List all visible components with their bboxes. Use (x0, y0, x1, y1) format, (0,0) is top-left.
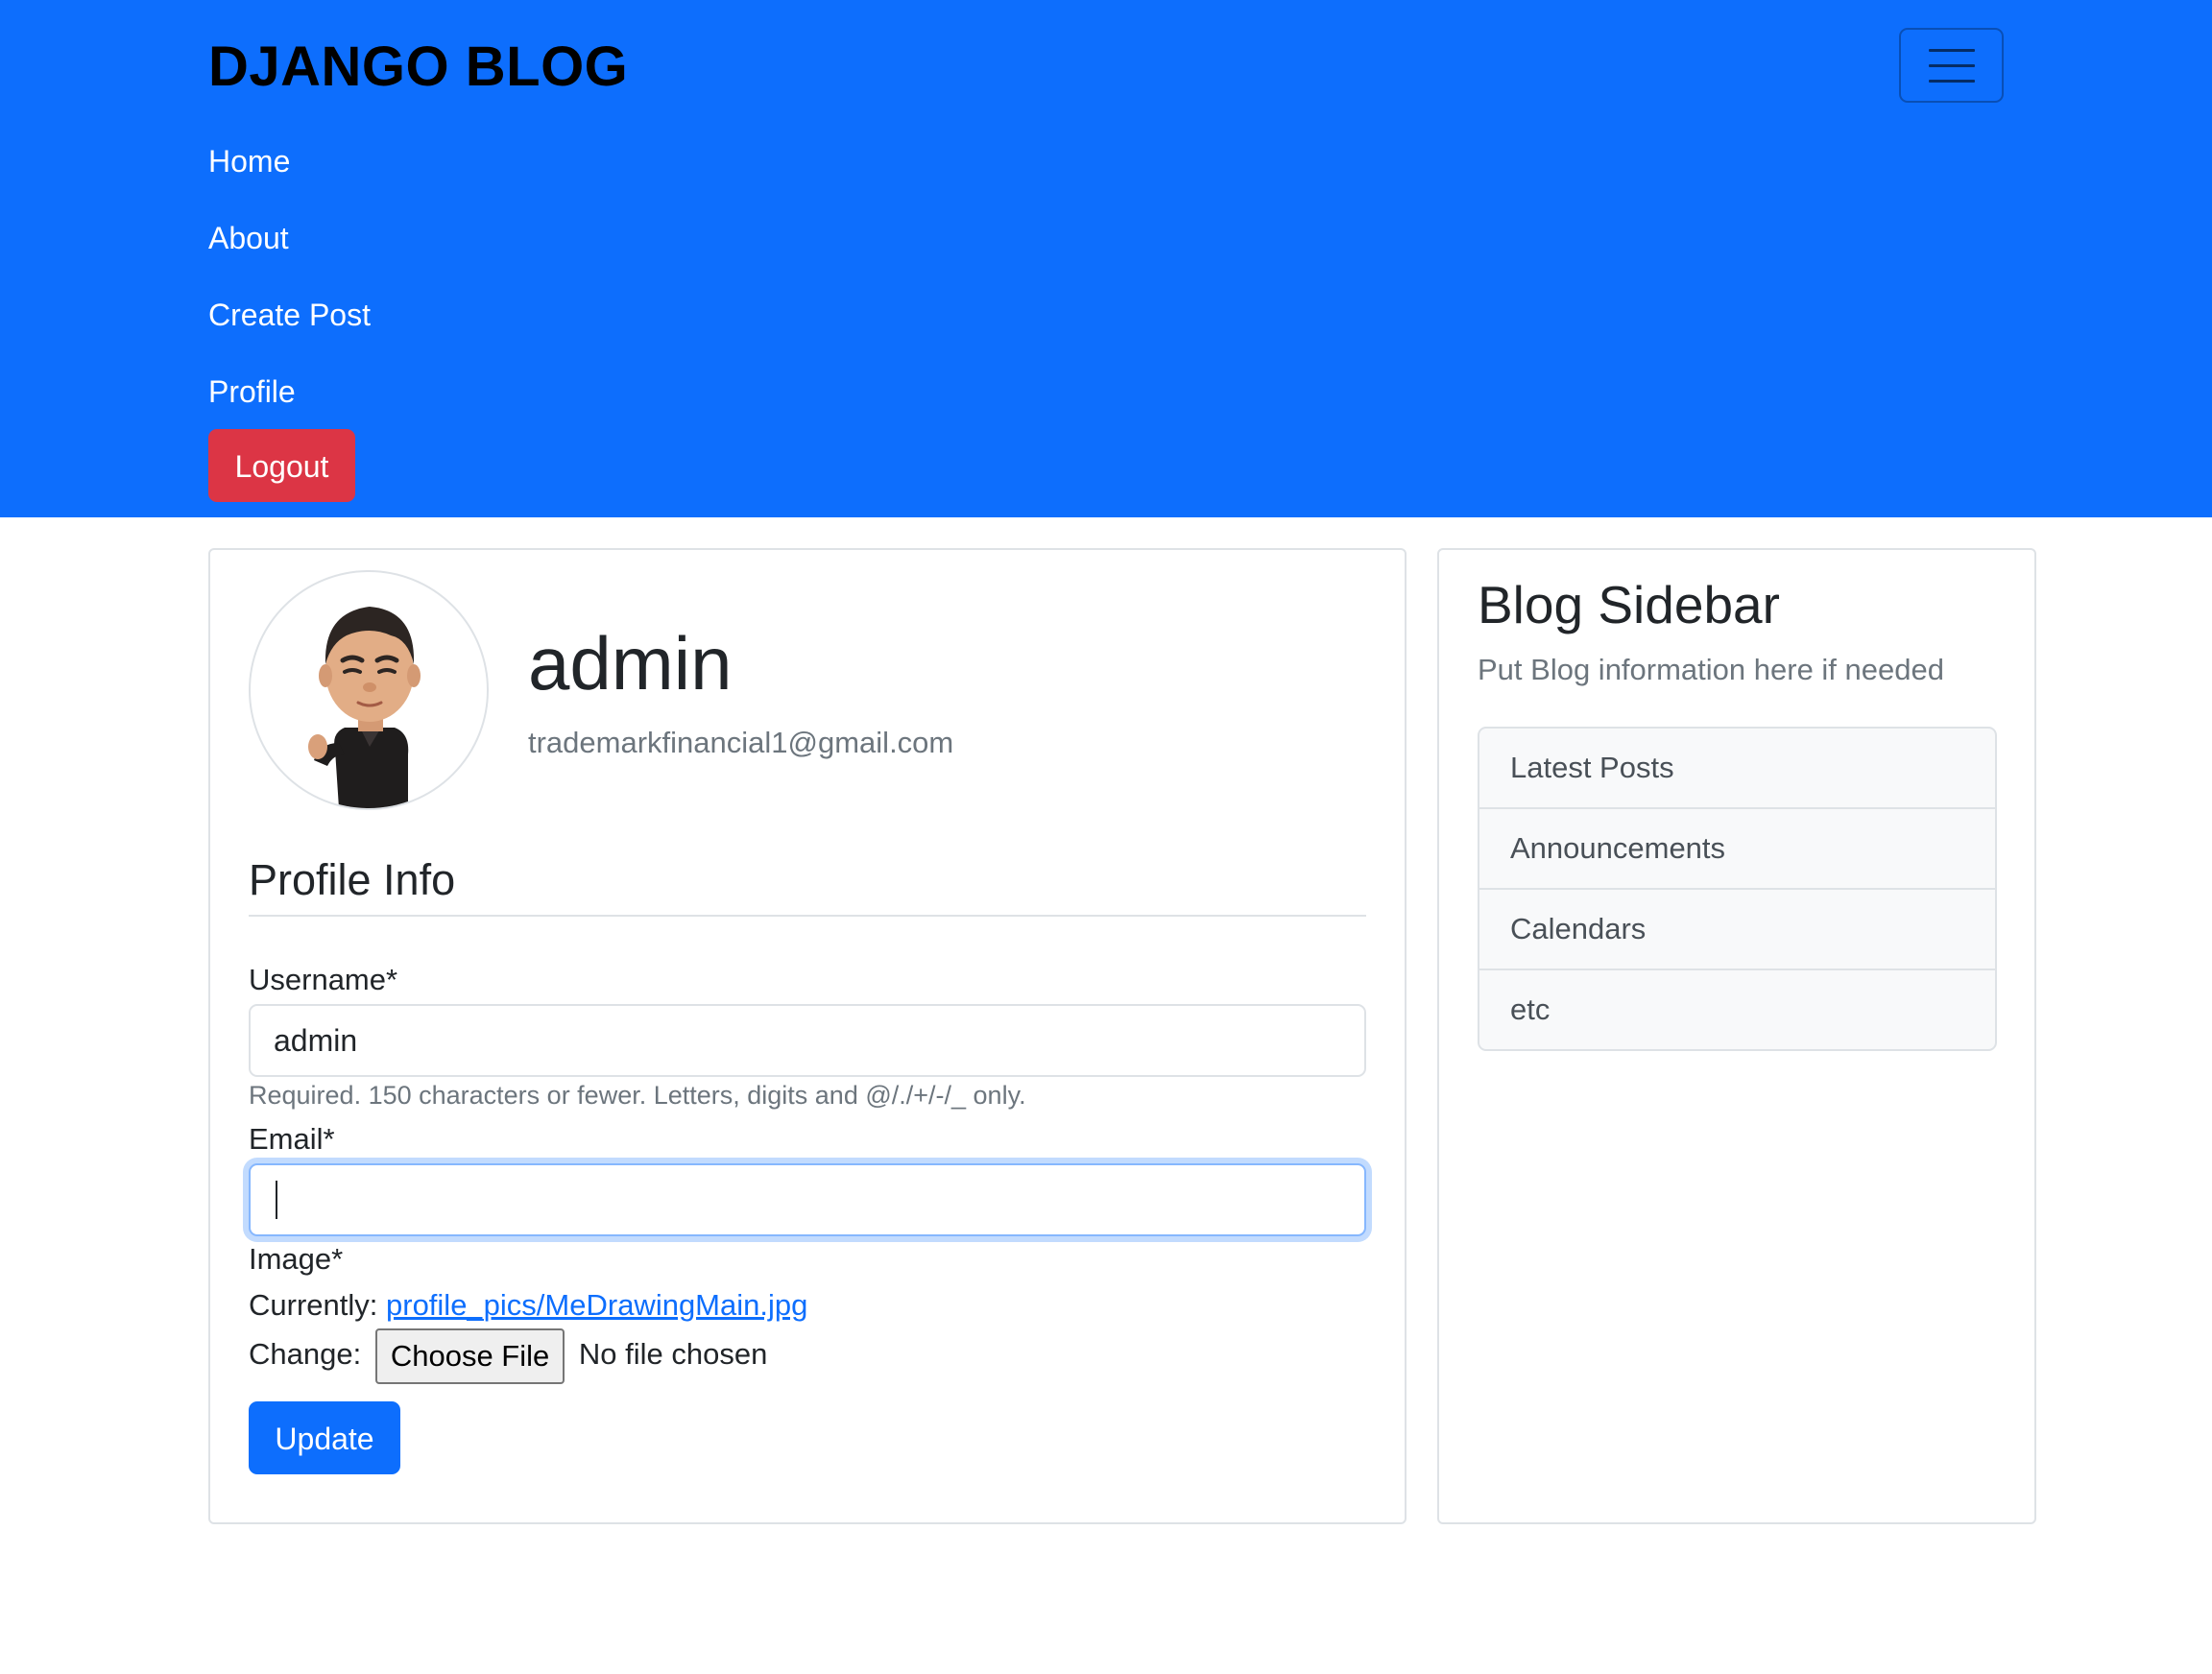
sidebar-item-announcements[interactable]: Announcements (1479, 807, 1995, 888)
profile-email: trademarkfinancial1@gmail.com (528, 726, 954, 759)
navbar-brand[interactable]: DJANGO BLOG (208, 32, 628, 103)
profile-username: admin (528, 621, 733, 705)
email-input[interactable] (249, 1163, 1366, 1236)
change-image-row: Change: Choose File No file chosen (249, 1326, 767, 1384)
image-label: Image* (249, 1242, 344, 1276)
current-image-link[interactable]: profile_pics/MeDrawingMain.jpg (386, 1288, 807, 1322)
sidebar-item-calendars[interactable]: Calendars (1479, 888, 1995, 969)
nav-link-home[interactable]: Home (208, 134, 371, 211)
sidebar-item-latest-posts[interactable]: Latest Posts (1479, 729, 1995, 807)
username-help-text: Required. 150 characters or fewer. Lette… (249, 1081, 1026, 1110)
hamburger-icon-bar (1928, 48, 1975, 52)
profile-card: admin trademarkfinancial1@gmail.com Prof… (208, 548, 1407, 1524)
username-label: Username* (249, 963, 398, 996)
hamburger-icon-bar (1928, 63, 1975, 67)
hamburger-icon-bar (1928, 79, 1975, 83)
logout-button[interactable]: Logout (208, 429, 355, 502)
email-label: Email* (249, 1122, 335, 1156)
username-input[interactable] (249, 1004, 1366, 1077)
current-image-row: Currently: profile_pics/MeDrawingMain.jp… (249, 1286, 807, 1325)
sidebar-item-etc[interactable]: etc (1479, 969, 1995, 1049)
update-button[interactable]: Update (249, 1401, 400, 1474)
navbar: DJANGO BLOG Home About Create Post Profi… (0, 0, 2212, 517)
sidebar-description: Put Blog information here if needed (1478, 653, 1944, 686)
change-label: Change: (249, 1337, 362, 1371)
sidebar-list: Latest Posts Announcements Calendars etc (1478, 727, 1997, 1051)
avatar-image (308, 607, 421, 808)
nav-link-about[interactable]: About (208, 211, 371, 288)
navbar-toggler-button[interactable] (1899, 28, 2004, 103)
avatar (249, 570, 489, 810)
nav-links: Home About Create Post Profile (208, 134, 371, 442)
currently-label: Currently: (249, 1288, 378, 1322)
text-caret (276, 1181, 277, 1219)
sidebar-title: Blog Sidebar (1478, 575, 1780, 634)
choose-file-button[interactable]: Choose File (374, 1327, 565, 1384)
no-file-chosen-text: No file chosen (578, 1337, 768, 1371)
form-legend: Profile Info (249, 851, 1366, 917)
blog-sidebar: Blog Sidebar Put Blog information here i… (1437, 548, 2036, 1524)
nav-link-create-post[interactable]: Create Post (208, 288, 371, 365)
